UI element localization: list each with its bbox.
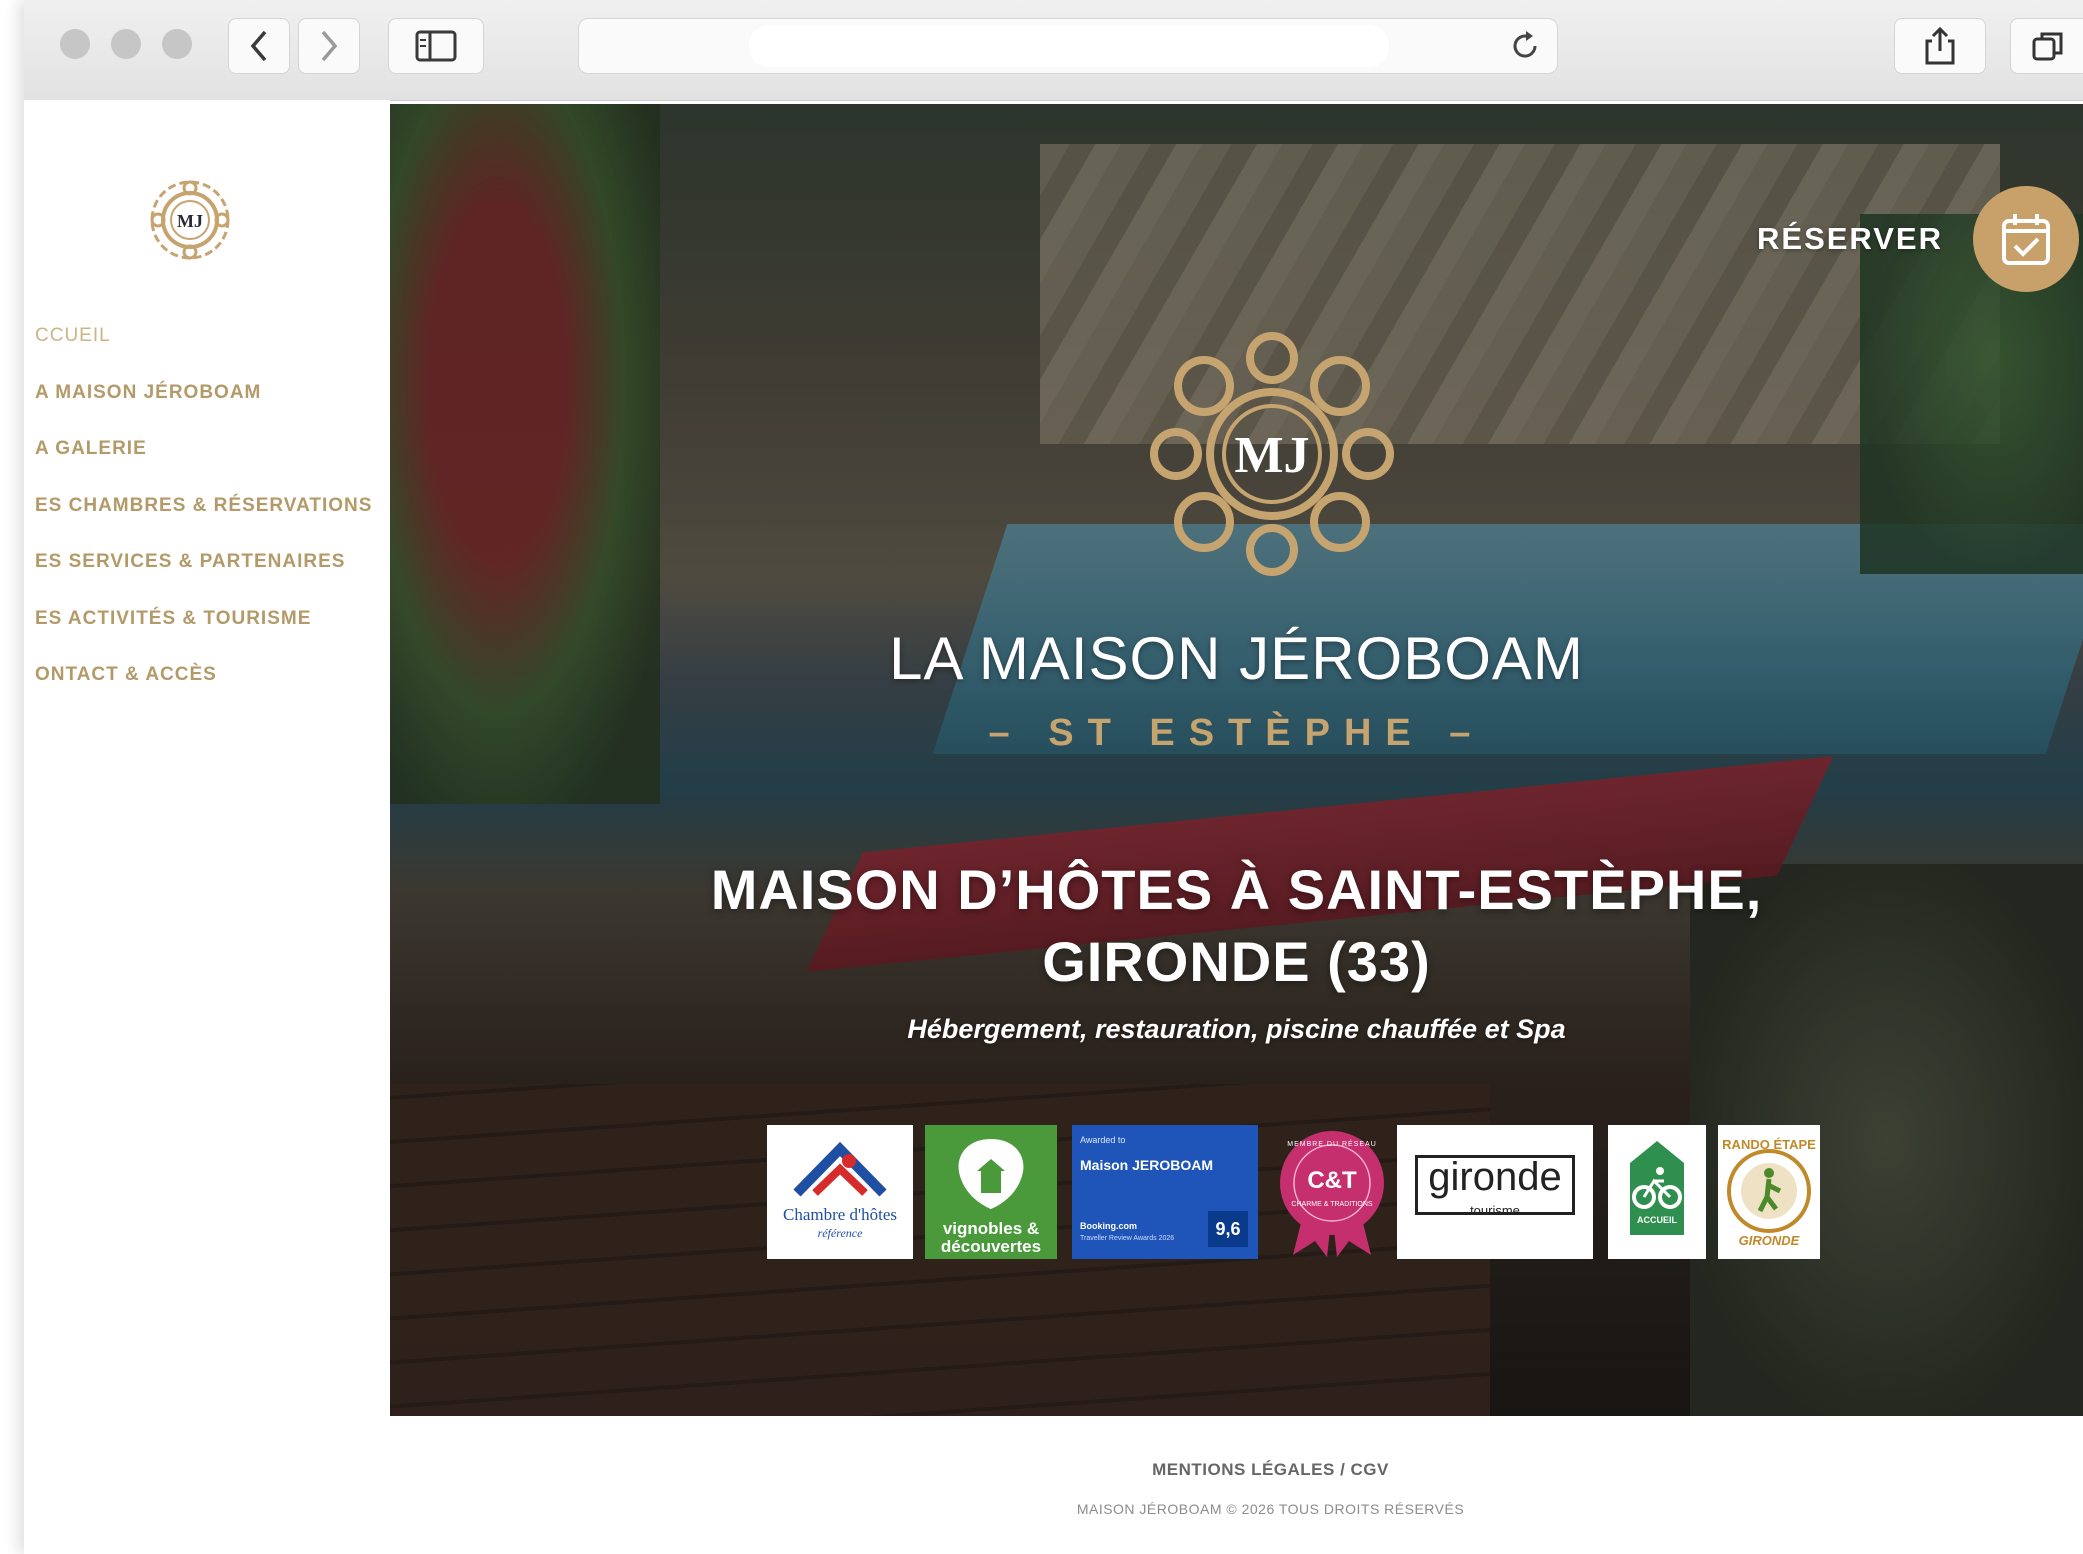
reserve-label[interactable]: RÉSERVER	[1757, 221, 1943, 257]
house-logo-icon	[793, 1141, 887, 1197]
booking-score: 9,6	[1208, 1211, 1248, 1247]
ct-logo: C&T	[1307, 1167, 1357, 1194]
nav-item-accueil[interactable]: CCUEIL	[35, 322, 372, 379]
url-field[interactable]	[749, 25, 1389, 67]
hero-heading-line2: GIRONDE (33)	[1042, 930, 1431, 993]
gironde-sub: tourisme	[1470, 1203, 1520, 1218]
share-icon	[1925, 26, 1955, 65]
main-nav: CCUEIL A MAISON JÉROBOAM A GALERIE ES CH…	[35, 322, 372, 718]
nav-item-chambres[interactable]: ES CHAMBRES & RÉSERVATIONS	[35, 492, 372, 549]
brand-location: – ST ESTÈPHE –	[988, 712, 1485, 754]
brand-name: LA MAISON JÉROBOAM	[889, 625, 1584, 692]
sidebar-toggle-button[interactable]	[388, 18, 484, 74]
booking-property-name: Maison JEROBOAM	[1080, 1157, 1214, 1173]
badge-rando-etape[interactable]: RANDO ÉTAPE GIRONDE	[1718, 1125, 1820, 1259]
share-button[interactable]	[1894, 18, 1986, 74]
accueil-label: ACCUEIL	[1637, 1215, 1677, 1225]
footer-legal-link[interactable]: MENTIONS LÉGALES / CGV	[24, 1460, 2083, 1480]
page-footer: MENTIONS LÉGALES / CGV MAISON JÉROBOAM ©…	[24, 1416, 2083, 1554]
badge-vignobles[interactable]: vignobles & découvertes	[925, 1125, 1057, 1259]
badge-accueil-velo[interactable]: ACCUEIL	[1608, 1125, 1706, 1259]
chevron-right-icon	[321, 30, 338, 62]
rando-bottom: GIRONDE	[1738, 1233, 1800, 1248]
sidebar-icon	[415, 30, 457, 62]
back-button[interactable]	[228, 18, 290, 74]
reserve-button[interactable]	[1973, 186, 2079, 292]
badge-vignobles-line1: vignobles &	[942, 1219, 1040, 1238]
ct-subtitle: CHARME & TRADITIONS	[1291, 1201, 1373, 1208]
badge-gironde-tourisme[interactable]: gironde tourisme	[1397, 1125, 1593, 1259]
booking-brand: Booking.com	[1080, 1221, 1138, 1231]
hero-banner: RÉSERVER MJ LA MAISON JÉROBOAM – ST ESTÈ…	[390, 104, 2083, 1416]
badge-booking-award[interactable]: Awarded to Maison JEROBOAM 9,6 Booking.c…	[1072, 1125, 1258, 1259]
hero-tagline: Hébergement, restauration, piscine chauf…	[907, 1014, 1566, 1044]
nav-item-galerie[interactable]: A GALERIE	[35, 435, 372, 492]
reserve-cta[interactable]: RÉSERVER	[1757, 184, 2083, 294]
hero-heading-line1: MAISON D’HÔTES À SAINT-ESTÈPHE,	[710, 858, 1763, 921]
badge-chambre-line2: référence	[817, 1226, 863, 1240]
badge-chambre-hotes[interactable]: Chambre d'hôtes référence	[767, 1125, 913, 1259]
window-close-dot[interactable]	[60, 29, 90, 59]
maison-emblem-icon: MJ	[1150, 332, 1394, 576]
address-bar[interactable]	[578, 18, 1558, 74]
window-minimize-dot[interactable]	[111, 29, 141, 59]
browser-toolbar	[24, 0, 2083, 101]
calendar-check-icon	[2002, 214, 2050, 265]
badge-charme-traditions[interactable]: MEMBRE DU RÉSEAU C&T CHARME & TRADITIONS	[1273, 1125, 1391, 1259]
nav-item-activites[interactable]: ES ACTIVITÉS & TOURISME	[35, 605, 372, 662]
nav-item-services[interactable]: ES SERVICES & PARTENAIRES	[35, 548, 372, 605]
badge-chambre-line1: Chambre d'hôtes	[782, 1205, 897, 1224]
site-logo[interactable]: MJ	[148, 178, 232, 267]
logo-monogram: MJ	[177, 211, 203, 231]
emblem-monogram: MJ	[1234, 427, 1309, 484]
bike-icon	[1630, 1141, 1684, 1235]
gironde-name: gironde	[1428, 1155, 1562, 1199]
brand-emblem: MJ	[1142, 324, 1402, 589]
vine-leaf-icon	[958, 1139, 1024, 1209]
maison-emblem-icon: MJ	[150, 180, 230, 260]
hero-heading: MAISON D’HÔTES À SAINT-ESTÈPHE, GIRONDE …	[390, 854, 2083, 998]
badge-vignobles-line2: découvertes	[940, 1237, 1042, 1256]
forward-button[interactable]	[298, 18, 360, 74]
tabs-icon	[2032, 32, 2062, 61]
footer-copyright: MAISON JÉROBOAM © 2026 TOUS DROITS RÉSER…	[1076, 1501, 1465, 1517]
ct-ring-text: MEMBRE DU RÉSEAU	[1287, 1141, 1377, 1148]
tabs-button[interactable]	[2010, 18, 2083, 74]
booking-award-name: Traveller Review Awards 2026	[1080, 1235, 1175, 1242]
sidebar: MJ CCUEIL A MAISON JÉROBOAM A GALERIE ES…	[24, 100, 390, 1416]
reload-icon[interactable]	[1507, 28, 1543, 64]
rando-top: RANDO ÉTAPE	[1722, 1137, 1816, 1152]
nav-item-la-maison[interactable]: A MAISON JÉROBOAM	[35, 379, 372, 436]
booking-awarded-to: Awarded to	[1080, 1135, 1126, 1145]
chevron-left-icon	[250, 30, 267, 62]
window-zoom-dot[interactable]	[162, 29, 192, 59]
browser-window: MJ CCUEIL A MAISON JÉROBOAM A GALERIE ES…	[24, 0, 2083, 1554]
nav-item-contact[interactable]: ONTACT & ACCÈS	[35, 661, 372, 718]
